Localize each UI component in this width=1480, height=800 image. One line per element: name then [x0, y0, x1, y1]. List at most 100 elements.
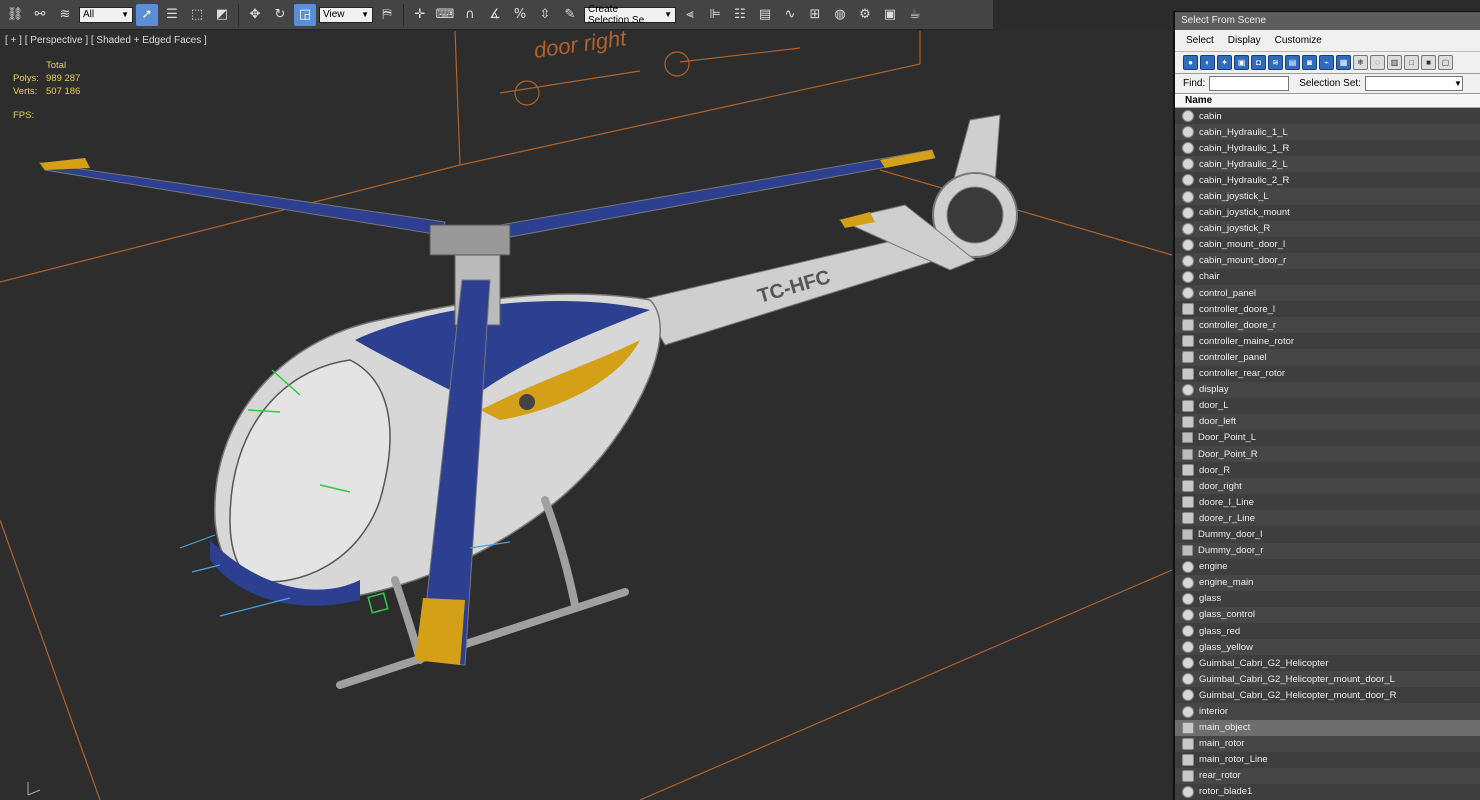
layer-manager-icon[interactable]: ☷: [729, 4, 751, 26]
render-setup-icon[interactable]: ⚙: [854, 4, 876, 26]
list-item[interactable]: control_panel: [1175, 285, 1480, 302]
display-frozen-icon[interactable]: ❄: [1353, 55, 1368, 70]
display-cameras-icon[interactable]: ▣: [1234, 55, 1249, 70]
display-hidden-icon[interactable]: ◌: [1370, 55, 1385, 70]
select-by-name-icon[interactable]: ☰: [161, 4, 183, 26]
display-helpers-icon[interactable]: ◘: [1251, 55, 1266, 70]
selection-filter-dropdown[interactable]: All ▼: [79, 6, 133, 23]
link-icon[interactable]: ⛓: [4, 4, 26, 26]
list-options-icon[interactable]: ▢: [1438, 55, 1453, 70]
select-invert-icon[interactable]: ■: [1421, 55, 1436, 70]
rotate-icon[interactable]: ↻: [269, 4, 291, 26]
edit-named-selection-icon[interactable]: ✎: [559, 4, 581, 26]
display-lights-icon[interactable]: ✦: [1217, 55, 1232, 70]
menu-select[interactable]: Select: [1179, 35, 1221, 46]
pivot-center-icon[interactable]: ⛿: [376, 4, 398, 26]
list-item[interactable]: glass_yellow: [1175, 639, 1480, 656]
list-item[interactable]: main_object: [1175, 719, 1480, 736]
list-item[interactable]: chair: [1175, 268, 1480, 286]
display-geometry-icon[interactable]: ●: [1183, 55, 1198, 70]
move-icon[interactable]: ✥: [244, 4, 266, 26]
find-input[interactable]: [1209, 76, 1290, 91]
list-item[interactable]: controller_maine_rotor: [1175, 333, 1480, 350]
list-item[interactable]: Dummy_door_l: [1175, 526, 1480, 543]
perspective-viewport[interactable]: door right TC-HFC [+] [Perspective] …: [0, 31, 1172, 800]
list-item[interactable]: door_L: [1175, 397, 1480, 414]
percent-snap-icon[interactable]: %: [509, 4, 531, 26]
list-item[interactable]: controller_doore_r: [1175, 317, 1480, 334]
list-item[interactable]: glass: [1175, 590, 1480, 607]
spinner-snap-icon[interactable]: ⇳: [534, 4, 556, 26]
list-item[interactable]: rotor_blade1: [1175, 783, 1480, 800]
list-item[interactable]: rear_rotor: [1175, 767, 1480, 784]
menu-display[interactable]: Display: [1221, 35, 1268, 46]
display-xrefs-icon[interactable]: ◙: [1302, 55, 1317, 70]
menu-customize[interactable]: Customize: [1268, 35, 1329, 46]
named-selection-set-dropdown[interactable]: Create Selection Se ▼: [584, 4, 676, 26]
render-production-icon[interactable]: ☕: [904, 4, 926, 26]
window-crossing-icon[interactable]: ◩: [211, 4, 233, 26]
list-item[interactable]: main_rotor: [1175, 735, 1480, 752]
list-item[interactable]: doore_l_Line: [1175, 494, 1480, 511]
select-manipulate-icon[interactable]: ✛: [409, 4, 431, 26]
select-none-icon[interactable]: □: [1404, 55, 1419, 70]
display-shapes-icon[interactable]: ◐: [1200, 55, 1215, 70]
list-item[interactable]: door_left: [1175, 413, 1480, 430]
list-item[interactable]: Dummy_door_r: [1175, 542, 1480, 559]
display-bones-icon[interactable]: ⌁: [1319, 55, 1334, 70]
list-item[interactable]: glass_red: [1175, 623, 1480, 640]
list-item[interactable]: cabin_mount_door_r: [1175, 252, 1480, 269]
snap-toggle-icon[interactable]: ∩: [459, 4, 481, 26]
list-item[interactable]: cabin_Hydraulic_1_R: [1175, 140, 1480, 157]
scene-object-list[interactable]: cabin cabin_Hydraulic_1_L cabin_Hydraulic_…: [1175, 108, 1480, 800]
list-item[interactable]: cabin_Hydraulic_2_L: [1175, 156, 1480, 173]
angle-snap-icon[interactable]: ∡: [484, 4, 506, 26]
list-item[interactable]: door_R: [1175, 462, 1480, 479]
ribbon-icon[interactable]: ▤: [754, 4, 776, 26]
list-item[interactable]: controller_rear_rotor: [1175, 365, 1480, 382]
list-item[interactable]: doore_r_Line: [1175, 510, 1480, 527]
list-item[interactable]: Door_Point_L: [1175, 429, 1480, 446]
list-item[interactable]: Door_Point_R: [1175, 445, 1480, 463]
mirror-icon[interactable]: ⫷: [679, 4, 701, 26]
bind-space-warp-icon[interactable]: ≋: [54, 4, 76, 26]
display-groups-icon[interactable]: ▤: [1285, 55, 1300, 70]
list-item[interactable]: Guimbal_Cabri_G2_Helicopter: [1175, 655, 1480, 672]
material-editor-icon[interactable]: ◍: [829, 4, 851, 26]
select-object-icon[interactable]: ➚: [136, 3, 158, 26]
viewport-label[interactable]: [ + ] [ Perspective ] [ Shaded + Edged F…: [5, 35, 207, 46]
scale-icon[interactable]: ◲: [294, 3, 316, 26]
list-item[interactable]: glass_control: [1175, 606, 1480, 623]
list-item[interactable]: cabin_Hydraulic_2_R: [1175, 172, 1480, 189]
align-icon[interactable]: ⊫: [704, 4, 726, 26]
schematic-view-icon[interactable]: ⊞: [804, 4, 826, 26]
list-item[interactable]: cabin_Hydraulic_1_L: [1175, 124, 1480, 141]
list-item[interactable]: cabin_joystick_R: [1175, 220, 1480, 237]
list-item[interactable]: engine: [1175, 558, 1480, 575]
rendered-frame-icon[interactable]: ▣: [879, 4, 901, 26]
list-item[interactable]: interior: [1175, 703, 1480, 720]
list-item[interactable]: engine_main: [1175, 574, 1480, 591]
list-item[interactable]: cabin: [1175, 108, 1480, 125]
display-containers-icon[interactable]: ▦: [1336, 55, 1351, 70]
list-item[interactable]: main_rotor_Line: [1175, 751, 1480, 768]
rectangular-selection-icon[interactable]: ⬚: [186, 4, 208, 26]
list-item[interactable]: cabin_joystick_L: [1175, 188, 1480, 205]
selection-set-dropdown[interactable]: ▼: [1364, 76, 1463, 91]
list-item[interactable]: cabin_joystick_mount: [1175, 204, 1480, 221]
list-item[interactable]: display: [1175, 381, 1480, 398]
list-item[interactable]: controller_doore_l: [1175, 301, 1480, 318]
reference-coordinate-dropdown[interactable]: View ▼: [319, 6, 373, 23]
curve-editor-icon[interactable]: ∿: [779, 4, 801, 26]
list-item[interactable]: door_right: [1175, 478, 1480, 495]
display-spacewarps-icon[interactable]: ≋: [1268, 55, 1283, 70]
list-item[interactable]: Guimbal_Cabri_G2_Helicopter_mount_door_R: [1175, 687, 1480, 704]
list-item[interactable]: Guimbal_Cabri_G2_Helicopter_mount_door_L: [1175, 671, 1480, 688]
panel-title[interactable]: Select From Scene: [1175, 12, 1480, 30]
unlink-icon[interactable]: ⚯: [29, 4, 51, 26]
select-all-icon[interactable]: ▥: [1387, 55, 1402, 70]
list-item[interactable]: cabin_mount_door_l: [1175, 236, 1480, 253]
name-column-header[interactable]: Name: [1175, 94, 1480, 108]
keyboard-shortcut-icon[interactable]: ⌨: [434, 4, 456, 26]
list-item[interactable]: controller_panel: [1175, 349, 1480, 366]
